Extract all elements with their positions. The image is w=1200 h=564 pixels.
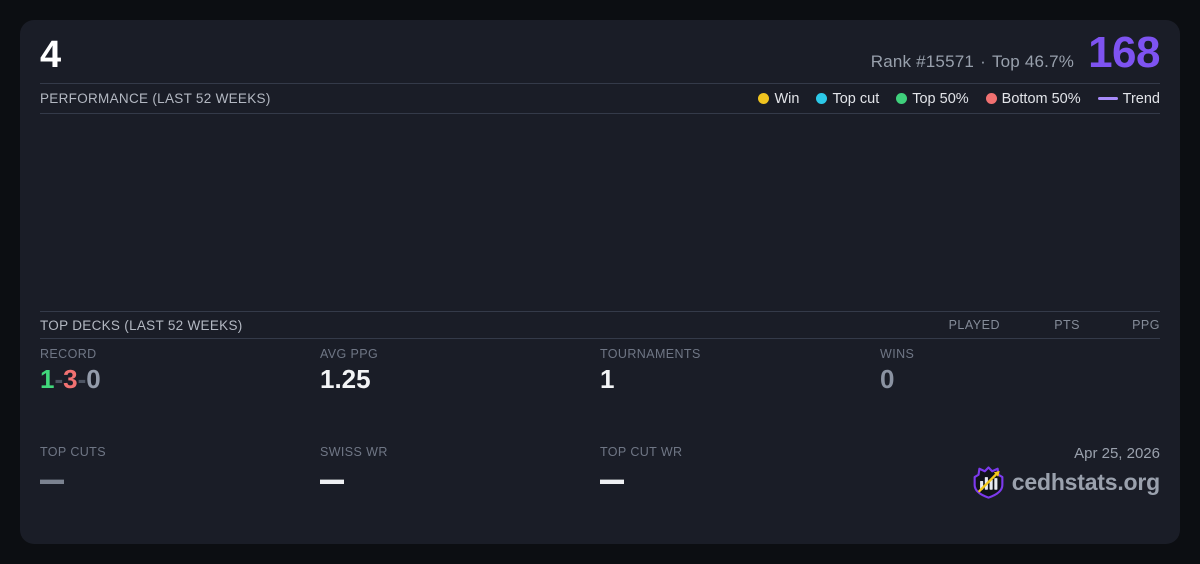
wins-label: WINS xyxy=(880,347,915,361)
legend-item-top50: Top 50% xyxy=(896,90,969,107)
performance-chart-empty xyxy=(40,114,1160,311)
record-losses: 3 xyxy=(63,364,78,394)
legend-item-win: Win xyxy=(758,91,799,107)
stat-wins: WINS 0 xyxy=(880,347,1160,400)
legend-label: Win xyxy=(774,90,800,107)
stat-top-cut-wr: TOP CUT WR — xyxy=(600,445,880,544)
cedhstats-logo-icon xyxy=(973,466,1004,499)
top-decks-title: TOP DECKS (LAST 52 WEEKS) xyxy=(40,317,243,333)
chart-legend: Win Top cut Top 50% Bottom 50% Trend xyxy=(758,91,1160,107)
record-wins: 1 xyxy=(40,364,55,394)
stat-swiss-wr: SWISS WR — xyxy=(320,445,600,544)
avg-ppg-value: 1.25 xyxy=(320,364,371,394)
top50-dot-icon xyxy=(896,93,908,104)
stats-grid: RECORD 1-3-0 AVG PPG 1.25 TOURNAMENTS 1 … xyxy=(40,339,1160,544)
top-percent-value: Top 46.7% xyxy=(991,52,1075,71)
column-ppg: PPG xyxy=(1132,318,1160,332)
stat-record: RECORD 1-3-0 xyxy=(40,347,320,400)
top-cut-dot-icon xyxy=(816,93,828,104)
rank-value: Rank #15571 xyxy=(870,52,975,71)
win-dot-icon xyxy=(758,93,770,104)
swiss-wr-no-data-dash: — xyxy=(320,455,344,505)
top-cuts-label: TOP CUTS xyxy=(40,445,106,459)
header-number: 4 xyxy=(40,34,62,76)
performance-title: PERFORMANCE (LAST 52 WEEKS) xyxy=(40,91,271,106)
stat-top-cuts: TOP CUTS — xyxy=(40,445,320,544)
record-value: 1-3-0 xyxy=(40,365,320,394)
bottom50-dot-icon xyxy=(985,93,997,104)
record-separator: - xyxy=(77,364,87,394)
record-label: RECORD xyxy=(40,347,97,361)
card-header: 4 Rank #15571 · Top 46.7% 168 xyxy=(40,20,1160,83)
top-cut-wr-no-data-dash: — xyxy=(600,455,624,505)
stat-avg-ppg: AVG PPG 1.25 xyxy=(320,347,600,400)
rank-text: Rank #15571 · Top 46.7% xyxy=(871,52,1074,72)
column-pts: PTS xyxy=(1054,318,1080,332)
rank-separator: · xyxy=(980,52,986,71)
record-separator: - xyxy=(54,364,64,394)
stat-tournaments: TOURNAMENTS 1 xyxy=(600,347,880,400)
top-cut-wr-label: TOP CUT WR xyxy=(600,445,683,459)
brand-name[interactable]: cedhstats.org xyxy=(1012,469,1160,496)
header-rank-group: Rank #15571 · Top 46.7% 168 xyxy=(871,28,1161,77)
legend-item-trend: Trend xyxy=(1097,90,1160,107)
swiss-wr-label: SWISS WR xyxy=(320,445,388,459)
top-cuts-no-data-dash: — xyxy=(40,455,64,505)
column-played: PLAYED xyxy=(948,318,1000,332)
top-decks-columns: PLAYED PTS PPG xyxy=(920,318,1160,332)
card-date: Apr 25, 2026 xyxy=(1074,445,1160,462)
avg-ppg-label: AVG PPG xyxy=(320,347,379,361)
legend-label: Top 50% xyxy=(912,90,969,107)
points-value: 168 xyxy=(1088,28,1160,77)
wins-value: 0 xyxy=(880,364,895,394)
legend-item-top-cut: Top cut xyxy=(816,91,879,107)
tournaments-value: 1 xyxy=(600,364,615,394)
legend-label: Top cut xyxy=(832,90,880,107)
player-stats-card: 4 Rank #15571 · Top 46.7% 168 PERFORMANCE … xyxy=(20,20,1180,544)
top-decks-section-header: TOP DECKS (LAST 52 WEEKS) PLAYED PTS PPG xyxy=(40,312,1160,338)
brand-row: cedhstats.org xyxy=(973,466,1160,499)
legend-label: Bottom 50% xyxy=(1001,90,1081,107)
tournaments-label: TOURNAMENTS xyxy=(600,347,701,361)
record-draws: 0 xyxy=(86,364,101,394)
legend-label: Trend xyxy=(1122,90,1160,107)
footer-branding: Apr 25, 2026 cedhstats.org xyxy=(880,445,1160,544)
legend-item-bottom50: Bottom 50% xyxy=(985,90,1081,107)
performance-section-header: PERFORMANCE (LAST 52 WEEKS) Win Top cut … xyxy=(40,84,1160,113)
trend-line-icon xyxy=(1097,97,1118,100)
